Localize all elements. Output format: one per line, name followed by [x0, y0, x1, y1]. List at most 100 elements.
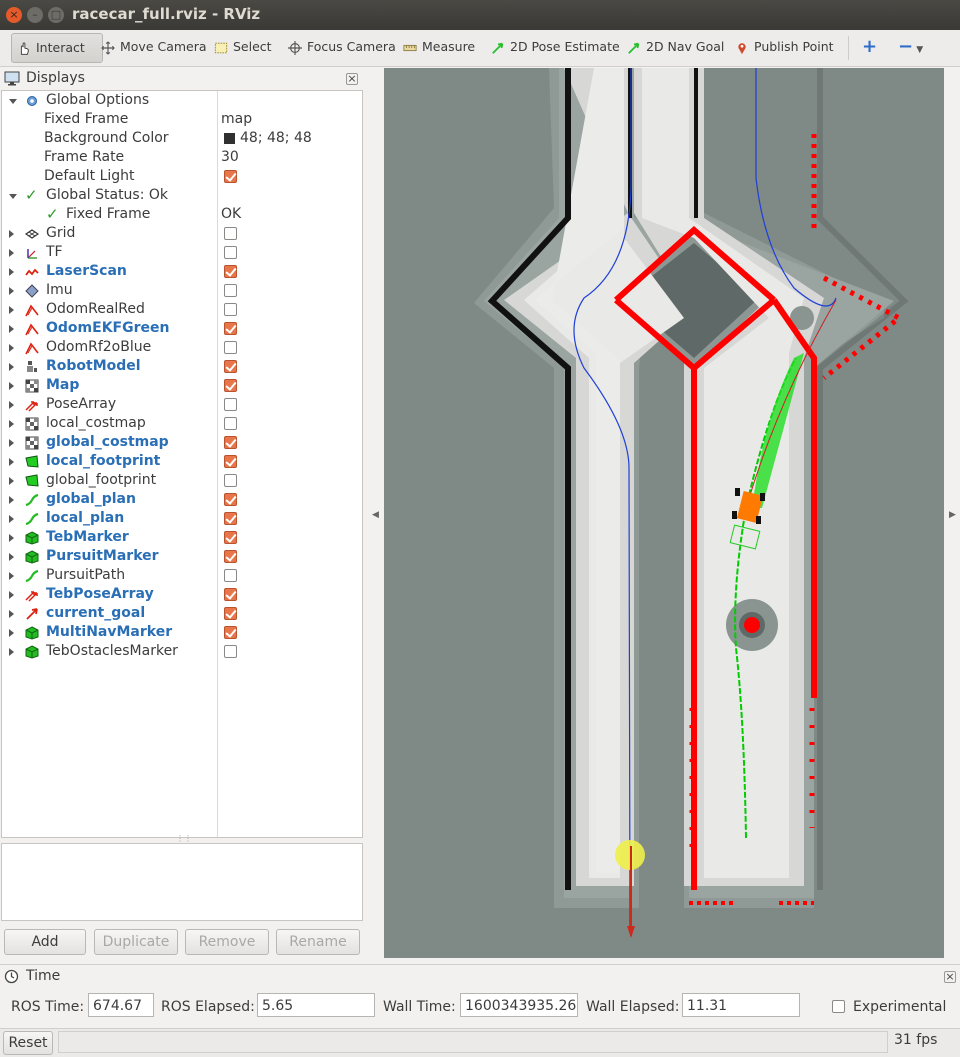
tree-row-global-status[interactable]: ✓ Global Status: Ok: [2, 186, 362, 206]
display-enable-checkbox[interactable]: [224, 550, 237, 563]
tree-row-global-options[interactable]: Global Options: [2, 92, 362, 111]
displays-close-icon[interactable]: ×: [346, 73, 358, 85]
display-enable-checkbox[interactable]: [224, 398, 237, 411]
display-item-odomekfgreen[interactable]: OdomEKFGreen: [2, 320, 362, 339]
display-enable-checkbox[interactable]: [224, 607, 237, 620]
display-enable-checkbox[interactable]: [224, 588, 237, 601]
display-item-local-footprint[interactable]: local_footprint: [2, 453, 362, 472]
publish-point-tool-button[interactable]: Publish Point: [734, 33, 834, 61]
add-button[interactable]: Add: [4, 929, 86, 955]
display-enable-checkbox[interactable]: [224, 474, 237, 487]
time-close-icon[interactable]: ×: [944, 971, 956, 983]
tree-row-fixed-frame[interactable]: Fixed Frame map: [2, 111, 362, 130]
display-item-imu[interactable]: Imu: [2, 282, 362, 301]
display-item-global-plan[interactable]: global_plan: [2, 491, 362, 510]
measure-tool-button[interactable]: Measure: [402, 33, 475, 61]
window-close-button[interactable]: ×: [6, 7, 22, 23]
expand-arrow-icon[interactable]: [9, 648, 14, 656]
expand-arrow-icon[interactable]: [9, 99, 17, 104]
background-color-value[interactable]: 48; 48; 48: [240, 130, 312, 146]
display-item-current-goal[interactable]: current_goal: [2, 605, 362, 624]
expand-arrow-icon[interactable]: [9, 610, 14, 618]
display-enable-checkbox[interactable]: [224, 265, 237, 278]
tree-row-default-light[interactable]: Default Light: [2, 168, 362, 187]
display-item-laserscan[interactable]: LaserScan: [2, 263, 362, 282]
ros-elapsed-field[interactable]: 5.65: [257, 993, 375, 1017]
expand-arrow-icon[interactable]: [9, 629, 14, 637]
expand-arrow-icon[interactable]: [9, 420, 14, 428]
move-camera-tool-button[interactable]: Move Camera: [100, 33, 207, 61]
display-enable-checkbox[interactable]: [224, 626, 237, 639]
duplicate-button[interactable]: Duplicate: [94, 929, 178, 955]
display-enable-checkbox[interactable]: [224, 436, 237, 449]
display-item-global-costmap[interactable]: global_costmap: [2, 434, 362, 453]
color-swatch[interactable]: [224, 133, 235, 144]
expand-arrow-icon[interactable]: [9, 268, 14, 276]
select-tool-button[interactable]: Select: [213, 33, 272, 61]
window-maximize-button[interactable]: □: [48, 7, 64, 23]
expand-arrow-icon[interactable]: [9, 439, 14, 447]
nav-goal-tool-button[interactable]: 2D Nav Goal: [626, 33, 724, 61]
add-tool-button[interactable]: +: [862, 33, 877, 61]
display-enable-checkbox[interactable]: [224, 360, 237, 373]
display-item-map[interactable]: Map: [2, 377, 362, 396]
display-enable-checkbox[interactable]: [224, 246, 237, 259]
interact-tool-button[interactable]: Interact: [11, 33, 103, 63]
display-item-grid[interactable]: Grid: [2, 225, 362, 244]
expand-arrow-icon[interactable]: [9, 401, 14, 409]
expand-arrow-icon[interactable]: [9, 363, 14, 371]
expand-arrow-icon[interactable]: [9, 515, 14, 523]
display-enable-checkbox[interactable]: [224, 303, 237, 316]
display-enable-checkbox[interactable]: [224, 284, 237, 297]
default-light-checkbox[interactable]: [224, 170, 237, 183]
expand-arrow-icon[interactable]: [9, 325, 14, 333]
experimental-checkbox[interactable]: [832, 1000, 845, 1013]
display-enable-checkbox[interactable]: [224, 227, 237, 240]
tree-row-status-fixed-frame[interactable]: ✓ Fixed Frame OK: [2, 205, 362, 225]
display-enable-checkbox[interactable]: [224, 417, 237, 430]
display-item-local-plan[interactable]: local_plan: [2, 510, 362, 529]
wall-elapsed-field[interactable]: 11.31: [682, 993, 800, 1017]
display-enable-checkbox[interactable]: [224, 569, 237, 582]
splitter-handle[interactable]: ⋮⋮: [176, 835, 192, 843]
tree-row-frame-rate[interactable]: Frame Rate 30: [2, 149, 362, 168]
remove-tool-button[interactable]: − ▼: [898, 33, 923, 61]
display-item-local-costmap[interactable]: local_costmap: [2, 415, 362, 434]
window-minimize-button[interactable]: –: [27, 7, 43, 23]
rename-button[interactable]: Rename: [276, 929, 360, 955]
expand-arrow-icon[interactable]: [9, 553, 14, 561]
display-item-tebostaclesmarker[interactable]: TebOstaclesMarker: [2, 643, 362, 662]
display-enable-checkbox[interactable]: [224, 455, 237, 468]
display-item-global-footprint[interactable]: global_footprint: [2, 472, 362, 491]
display-enable-checkbox[interactable]: [224, 379, 237, 392]
expand-arrow-icon[interactable]: [9, 230, 14, 238]
display-item-odomrf2oblue[interactable]: OdomRf2oBlue: [2, 339, 362, 358]
expand-arrow-icon[interactable]: [9, 477, 14, 485]
display-enable-checkbox[interactable]: [224, 341, 237, 354]
frame-rate-value[interactable]: 30: [221, 149, 239, 165]
expand-arrow-icon[interactable]: [9, 344, 14, 352]
render-viewport[interactable]: [384, 68, 944, 958]
wall-time-field[interactable]: 1600343935.26: [460, 993, 578, 1017]
display-item-pursuitmarker[interactable]: PursuitMarker: [2, 548, 362, 567]
display-enable-checkbox[interactable]: [224, 531, 237, 544]
display-enable-checkbox[interactable]: [224, 322, 237, 335]
reset-button[interactable]: Reset: [3, 1031, 53, 1055]
expand-arrow-icon[interactable]: [9, 496, 14, 504]
display-item-odomrealred[interactable]: OdomRealRed: [2, 301, 362, 320]
display-item-tebposearray[interactable]: TebPoseArray: [2, 586, 362, 605]
expand-arrow-icon[interactable]: [9, 572, 14, 580]
tree-row-background-color[interactable]: Background Color 48; 48; 48: [2, 130, 362, 149]
ros-time-field[interactable]: 674.67: [88, 993, 154, 1017]
pose-estimate-tool-button[interactable]: 2D Pose Estimate: [490, 33, 620, 61]
fixed-frame-value[interactable]: map: [221, 111, 252, 127]
display-item-robotmodel[interactable]: RobotModel: [2, 358, 362, 377]
expand-arrow-icon[interactable]: [9, 194, 17, 199]
expand-arrow-icon[interactable]: [9, 534, 14, 542]
expand-arrow-icon[interactable]: [9, 306, 14, 314]
expand-arrow-icon[interactable]: [9, 249, 14, 257]
display-item-multinavmarker[interactable]: MultiNavMarker: [2, 624, 362, 643]
left-collapse-arrow-icon[interactable]: ◀: [372, 510, 380, 520]
expand-arrow-icon[interactable]: [9, 591, 14, 599]
display-enable-checkbox[interactable]: [224, 493, 237, 506]
